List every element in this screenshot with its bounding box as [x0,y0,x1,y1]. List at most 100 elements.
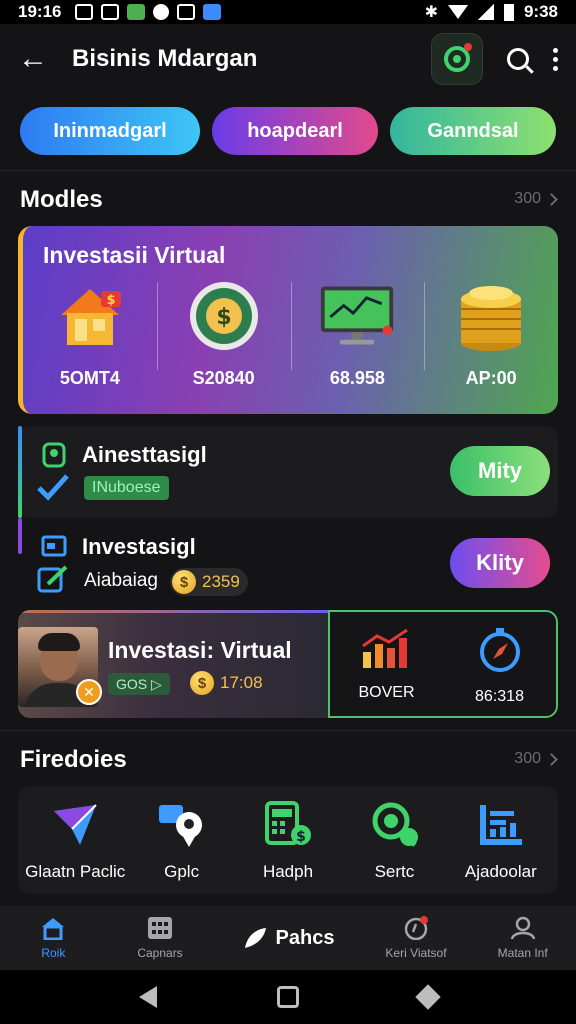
feature-item[interactable]: $ Hadph [235,786,341,894]
chevron-right-icon [545,752,558,766]
features-count: 300 [514,750,541,767]
investment-stat: AP:00 [424,278,558,398]
modules-count: 300 [514,190,541,207]
nav-item-home[interactable]: Roik [0,906,107,970]
pill-tab-3[interactable]: Ganndsal [390,107,556,155]
nav-label: Roik [41,946,66,960]
features-grid: Glaatn Paclic Gplc $ Hadph Sertc Ajadool… [18,786,558,894]
profile-stat[interactable]: 86:318 [443,612,556,716]
features-see-all[interactable]: 300 [514,750,558,768]
more-options-icon[interactable] [553,47,558,71]
nav-item-alerts[interactable]: Keri Viatsof [363,906,470,970]
home-icon [42,918,65,940]
feature-label: Glaatn Paclic [25,862,126,881]
checkmark-icon [37,474,69,501]
paper-plane-icon [50,800,100,850]
feature-label: Gplc [164,862,200,881]
feature-item[interactable]: Ajadoolar [448,786,554,894]
stat-value: AP:00 [465,368,517,388]
app-icon [127,4,146,20]
divider [0,170,576,171]
edit-icon [37,565,68,593]
app-header: ← Bisinis Mdargan [0,24,576,94]
feature-label: Hadph [262,862,314,881]
analytics-icon [476,800,526,850]
svg-text:$: $ [296,829,306,845]
grid-icon [148,917,172,939]
bar-chart-icon [361,628,408,668]
coin-stack-icon [453,278,529,354]
font-app-icon [203,4,222,20]
coin-reward: $ 17:08 [190,671,263,695]
back-arrow-icon[interactable]: ← [18,42,52,76]
stat-value: S20840 [192,368,255,388]
task-action-button[interactable]: Klity [450,538,550,588]
bottom-navigation: Roik Capnars Pahcs Keri Viatsof Matan In… [0,906,576,970]
profile-stat-label: BOVER [358,684,415,701]
modules-see-all[interactable]: 300 [514,190,558,208]
circle-app-icon [153,4,170,20]
row-accent [18,518,22,554]
system-back-icon[interactable] [139,986,157,1008]
target-icon [444,43,472,72]
chevron-right-icon [545,192,558,206]
task-subtitle: Aiabaiag [84,570,158,591]
page-title: Bisinis Mdargan [72,45,258,72]
investment-card[interactable]: Investasii Virtual $ 5OMT4 $ S20840 68.9… [18,226,558,414]
calculator-icon: $ [263,800,313,850]
row-accent [18,426,22,518]
pill-tab-1[interactable]: Ininmadgarl [20,107,200,155]
svg-text:$: $ [106,293,115,308]
system-navigation-bar [0,970,576,1024]
wifi-icon [447,5,468,19]
status-time-right: 9:38 [523,2,558,21]
leaf-icon [244,928,266,948]
investment-stat: $ 5OMT4 [23,278,157,398]
window-icon [41,535,67,557]
coin-icon: $ [172,570,196,594]
feature-item[interactable]: Glaatn Paclic [22,786,128,894]
status-notification-icons [75,4,222,20]
profile-investment-card[interactable]: ✕ Investasi: Virtual GOS ▷ $ 17:08 BOVER [18,610,558,718]
nav-item-profile[interactable]: Matan Inf [469,906,576,970]
stat-value: 5OMT4 [59,368,120,388]
phone-icon [101,4,120,20]
feature-item[interactable]: Sertc [341,786,447,894]
nav-label: Matan Inf [497,946,548,960]
diamond-app-icon [177,4,196,20]
target-button[interactable] [431,33,483,85]
coin-amount: 17:08 [220,673,263,692]
lock-icon [42,442,66,468]
task-title: Ainesttasigl [82,442,207,467]
bluetooth-icon: ✱ [424,4,438,21]
system-recents-icon[interactable] [415,984,441,1010]
signal-icon [477,4,494,20]
status-system-icons: ✱ 9:38 [425,2,558,22]
feature-item[interactable]: Gplc [128,786,234,894]
task-action-button[interactable]: Mity [450,446,550,496]
stat-value: 68.958 [329,368,385,388]
chat-pin-icon [157,800,207,850]
coin-amount: 2359 [202,572,240,591]
dollar-seal-icon: $ [186,278,262,354]
investment-card-title: Investasii Virtual [43,242,226,268]
profile-stat-label: 86:318 [475,688,524,705]
nav-item-grid[interactable]: Capnars [107,906,214,970]
go-chip[interactable]: GOS ▷ [108,673,170,695]
pill-tab-2[interactable]: hoapdearl [212,107,378,155]
compass-icon [479,628,520,672]
task-row[interactable]: Investasigl Aiabaiag $ 2359 Klity [18,518,558,610]
profile-stat[interactable]: BOVER [330,612,443,716]
nav-label: Capnars [137,946,183,960]
task-row[interactable]: Ainesttasigl INuboese Mity [18,426,558,518]
system-home-icon[interactable] [277,986,299,1008]
nav-item-center[interactable]: Pahcs [213,906,362,970]
nav-label: Keri Viatsof [385,946,447,960]
investment-stat: $ S20840 [156,278,291,398]
profile-panel: ✕ Investasi: Virtual GOS ▷ $ 17:08 [18,610,328,718]
alert-icon [404,916,428,940]
search-icon[interactable] [507,48,529,70]
close-badge-icon[interactable]: ✕ [76,679,102,705]
notification-icon [75,4,94,20]
features-section-title: Firedoies [20,746,127,773]
